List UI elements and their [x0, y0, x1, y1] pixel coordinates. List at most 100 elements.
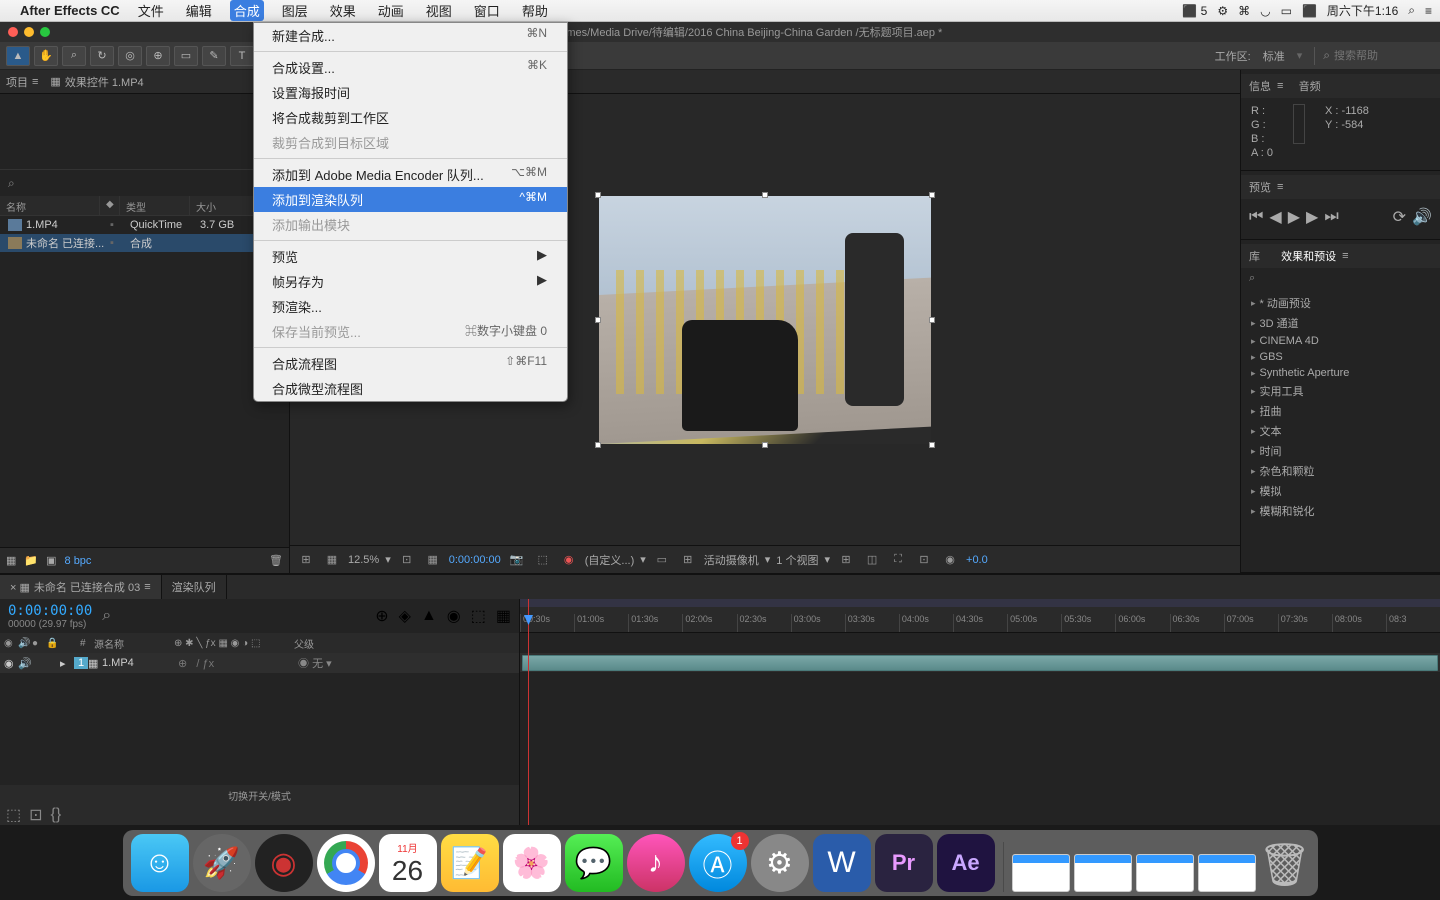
tl-footer-icon[interactable]: {}	[51, 806, 62, 824]
dock-chrome[interactable]	[317, 834, 375, 892]
menu-composition[interactable]: 合成	[230, 0, 264, 21]
menu-comp-settings[interactable]: 合成设置...⌘K	[254, 55, 567, 80]
project-tab[interactable]: 项目 ≡	[6, 74, 38, 90]
camera-tool[interactable]: ◎	[118, 46, 142, 66]
handle-bm[interactable]	[762, 442, 768, 448]
dock-calendar[interactable]: 11月26	[379, 834, 437, 892]
tl-icon[interactable]: ⊕	[375, 606, 388, 626]
text-tool[interactable]: T	[230, 46, 254, 66]
handle-mr[interactable]	[929, 317, 935, 323]
fx-category[interactable]: Synthetic Aperture	[1241, 365, 1440, 381]
menu-add-ame[interactable]: 添加到 Adobe Media Encoder 队列...⌥⌘M	[254, 162, 567, 187]
timeline-tracks[interactable]: 00:30s01:00s01:30s02:00s02:30s03:00s03:3…	[520, 599, 1440, 825]
anchor-tool[interactable]: ⊕	[146, 46, 170, 66]
fx-category[interactable]: 杂色和颗粒	[1241, 461, 1440, 481]
zoom-tool[interactable]: ⌕	[62, 46, 86, 66]
effects-presets-tab[interactable]: 效果和预设	[1281, 248, 1336, 264]
menu-window[interactable]: 窗口	[470, 0, 504, 21]
current-time[interactable]: 0:00:00:00	[449, 554, 501, 566]
tl-icon[interactable]: ▦	[496, 606, 511, 626]
fx-category[interactable]: 扭曲	[1241, 401, 1440, 421]
app-name[interactable]: After Effects CC	[20, 3, 120, 18]
fx-category[interactable]: 时间	[1241, 441, 1440, 461]
zoom-level[interactable]: 12.5%	[348, 554, 379, 566]
timeline-tab-render[interactable]: 渲染队列	[162, 575, 227, 599]
shape-tool[interactable]: ▭	[174, 46, 198, 66]
menu-layer[interactable]: 图层	[278, 0, 312, 21]
sync-icon[interactable]: ⚙	[1217, 4, 1228, 18]
library-tab[interactable]: 库	[1249, 248, 1260, 264]
trash-icon[interactable]: 🗑	[269, 554, 283, 567]
loop-icon[interactable]: ⟳	[1393, 207, 1406, 227]
dock-minwin-4[interactable]	[1198, 854, 1256, 892]
comp-frame[interactable]	[599, 196, 931, 444]
hand-tool[interactable]: ✋	[34, 46, 58, 66]
wifi-icon[interactable]: ◡	[1260, 4, 1270, 18]
menu-new-comp[interactable]: 新建合成...⌘N	[254, 23, 567, 48]
exposure-reset[interactable]: ◉	[940, 551, 960, 569]
tl-icon[interactable]: ◈	[399, 606, 411, 626]
rotate-tool[interactable]: ↻	[90, 46, 114, 66]
interpret-icon[interactable]: ▦	[6, 554, 16, 567]
handle-tr[interactable]	[929, 192, 935, 198]
fx-category[interactable]: CINEMA 4D	[1241, 333, 1440, 349]
dock-messages[interactable]: 💬	[565, 834, 623, 892]
dock-finder[interactable]: ☺	[131, 834, 189, 892]
tl-icon[interactable]: ⬚	[471, 606, 486, 626]
handle-bl[interactable]	[595, 442, 601, 448]
input-icon[interactable]: ⬛	[1302, 4, 1317, 18]
fx-category[interactable]: 实用工具	[1241, 381, 1440, 401]
active-camera[interactable]: 活动摄像机	[704, 552, 759, 568]
timeline-tab-comp[interactable]: × ▦ 未命名 已连接合成 03 ≡	[0, 575, 162, 599]
dock-minwin-3[interactable]	[1136, 854, 1194, 892]
channel-icon[interactable]: ◉	[559, 551, 579, 569]
menu-save-frame[interactable]: 帧另存为▶	[254, 269, 567, 294]
clip-bar[interactable]	[522, 655, 1438, 671]
res-btn[interactable]: ⊡	[397, 551, 417, 569]
timeline-layer[interactable]: ◉🔊 ▸1 ▦ 1.MP4 ⊕ / ƒx ◉ 无 ▾	[0, 653, 519, 673]
project-item-video[interactable]: 1.MP4 ▪ QuickTime 3.7 GB	[0, 216, 289, 234]
snapshot-icon[interactable]: 📷	[507, 551, 527, 569]
close-button[interactable]	[8, 27, 18, 37]
roi-icon[interactable]: ▭	[652, 551, 672, 569]
prev-frame-button[interactable]: ◀	[1269, 207, 1281, 227]
battery-icon[interactable]: ▭	[1281, 4, 1292, 18]
fx-category[interactable]: 模拟	[1241, 481, 1440, 501]
audio-panel-title[interactable]: 音频	[1299, 78, 1321, 94]
next-frame-button[interactable]: ▶	[1306, 207, 1318, 227]
menu-help[interactable]: 帮助	[518, 0, 552, 21]
dock-trash[interactable]: 🗑	[1260, 838, 1310, 892]
dock-minwin-1[interactable]	[1012, 854, 1070, 892]
project-search[interactable]: ⌕	[0, 170, 289, 196]
view-count[interactable]: 1 个视图	[776, 552, 818, 568]
tl-footer-icon[interactable]: ⊡	[29, 805, 42, 825]
menu-animation[interactable]: 动画	[374, 0, 408, 21]
dock-word[interactable]: W	[813, 834, 871, 892]
fx-category[interactable]: 3D 通道	[1241, 313, 1440, 333]
project-item-comp[interactable]: 未命名 已连接... ▪ 合成	[0, 234, 289, 252]
effect-controls-tab[interactable]: ▦ 效果控件 1.MP4	[50, 74, 143, 90]
handle-br[interactable]	[929, 442, 935, 448]
fx-category[interactable]: 文本	[1241, 421, 1440, 441]
resolution-preset[interactable]: (自定义...)	[585, 552, 635, 568]
playhead[interactable]	[528, 599, 529, 825]
menu-view[interactable]: 视图	[422, 0, 456, 21]
dock-photos[interactable]: 🌸	[503, 834, 561, 892]
layer-track[interactable]	[520, 653, 1440, 673]
tl-footer-icon[interactable]: ⬚	[6, 805, 21, 825]
grid-icon[interactable]: ⊞	[296, 551, 316, 569]
preview-panel-title[interactable]: 预览	[1249, 179, 1271, 195]
menu-set-poster[interactable]: 设置海报时间	[254, 80, 567, 105]
adobe-cc-icon[interactable]: ⬛ 5	[1182, 4, 1207, 18]
timeline-search[interactable]: ⌕	[102, 607, 111, 625]
handle-tm[interactable]	[762, 192, 768, 198]
dock-itunes[interactable]: ♪	[627, 834, 685, 892]
clock[interactable]: 周六下午1:16	[1327, 2, 1398, 19]
first-frame-button[interactable]: ⏮	[1249, 208, 1263, 226]
minimize-button[interactable]	[24, 27, 34, 37]
traffic-lights[interactable]	[8, 27, 50, 37]
workspace-value[interactable]: 标准	[1263, 48, 1285, 64]
notif-icon[interactable]: ≡	[1425, 4, 1432, 18]
menu-mini-flowchart[interactable]: 合成微型流程图	[254, 376, 567, 401]
transp-icon[interactable]: ▦	[423, 551, 443, 569]
